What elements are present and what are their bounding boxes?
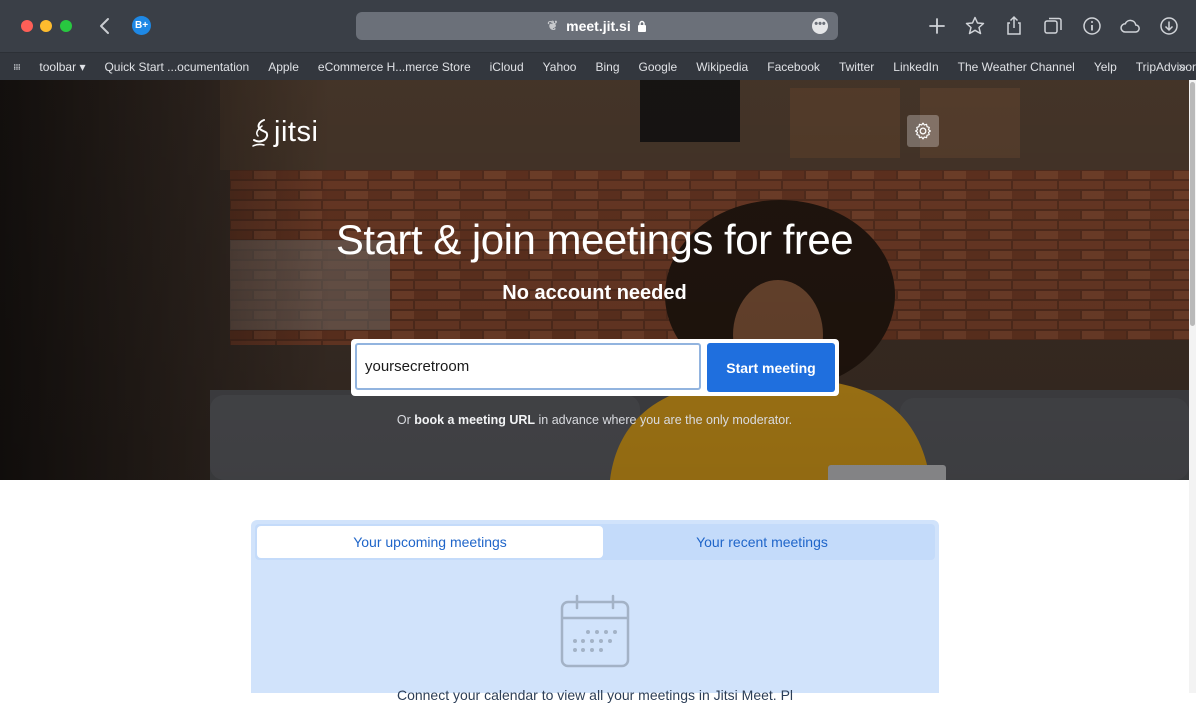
tabs-overview-icon[interactable] [1041, 14, 1065, 38]
bookmark-item[interactable]: LinkedIn [893, 60, 938, 74]
bookmark-item[interactable]: Quick Start ...ocumentation [104, 60, 249, 74]
bookmark-star-icon[interactable] [963, 14, 987, 38]
hero-title: Start & join meetings for free [335, 216, 854, 263]
jitsi-logo-icon [252, 118, 269, 147]
bookmarks-bar: toolbar ▾ Quick Start ...ocumentation Ap… [0, 53, 1196, 81]
bookmark-item[interactable]: iCloud [490, 60, 524, 74]
window-close-button[interactable] [21, 20, 33, 32]
bookmark-item[interactable]: Google [639, 60, 678, 74]
calendar-empty-text: Connect your calendar to view all your m… [396, 687, 794, 703]
window-minimize-button[interactable] [40, 20, 52, 32]
browser-titlebar: B+ ❦ meet.jit.si ••• [0, 0, 1196, 53]
gear-icon [915, 122, 931, 140]
more-bookmarks-icon[interactable]: » [1178, 58, 1186, 74]
page-scrollbar-thumb[interactable] [1190, 82, 1195, 326]
note-prefix: Or [396, 413, 415, 427]
share-icon[interactable] [1002, 14, 1026, 38]
bookmark-folder-toolbar[interactable]: toolbar ▾ [39, 60, 85, 74]
settings-button[interactable] [907, 115, 939, 147]
bookmark-item[interactable]: eCommerce H...merce Store [318, 60, 471, 74]
bookmark-item[interactable]: Yahoo [543, 60, 577, 74]
site-feather-icon: ❦ [547, 18, 559, 33]
info-icon[interactable] [1080, 14, 1104, 38]
calendar-icon [560, 594, 630, 668]
cloud-icon[interactable] [1118, 14, 1142, 38]
room-name-input[interactable] [355, 343, 701, 390]
new-tab-icon[interactable] [925, 14, 949, 38]
tab-upcoming-meetings[interactable]: Your upcoming meetings [257, 526, 603, 558]
hero-subtitle: No account needed [502, 282, 687, 304]
meetings-panel: Your upcoming meetings Your recent meeti… [251, 520, 939, 703]
bookmark-item[interactable]: Yelp [1094, 60, 1117, 74]
jitsi-logo[interactable]: jitsi [250, 116, 318, 149]
bookmark-item[interactable]: Twitter [839, 60, 874, 74]
apps-grid-icon[interactable] [14, 61, 20, 73]
bookmark-item[interactable]: Apple [268, 60, 299, 74]
meetings-tabbar: Your upcoming meetings Your recent meeti… [255, 524, 935, 560]
window-maximize-button[interactable] [60, 20, 72, 32]
downloads-icon[interactable] [1157, 14, 1181, 38]
back-icon[interactable] [96, 14, 114, 38]
address-bar[interactable]: ❦ meet.jit.si ••• [356, 12, 838, 40]
bookmark-item[interactable]: Bing [595, 60, 619, 74]
lock-icon [637, 20, 646, 32]
tab-recent-meetings[interactable]: Your recent meetings [589, 526, 935, 558]
bookmark-item[interactable]: Wikipedia [696, 60, 748, 74]
logo-text: jitsi [274, 116, 319, 148]
hero-section: jitsi Start & join meetings for free No … [0, 80, 1189, 480]
url-text: meet.jit.si [566, 18, 631, 34]
join-form: Start meeting [351, 339, 839, 396]
bookmark-item[interactable]: TripAdvisor [1136, 60, 1196, 74]
bookmark-item[interactable]: The Weather Channel [958, 60, 1075, 74]
booking-note: Or book a meeting URL in advance where y… [0, 413, 1189, 427]
bookmark-item[interactable]: Facebook [767, 60, 820, 74]
book-meeting-url-link[interactable]: book a meeting URL [414, 413, 535, 427]
page-menu-icon[interactable]: ••• [812, 18, 828, 34]
extension-badge-icon[interactable]: B+ [132, 16, 151, 35]
start-meeting-button[interactable]: Start meeting [707, 343, 835, 392]
note-suffix: in advance where you are the only modera… [535, 413, 793, 427]
